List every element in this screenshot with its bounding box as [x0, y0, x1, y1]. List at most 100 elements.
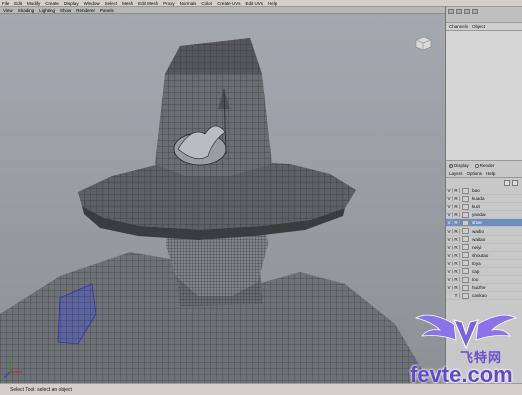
layer-name[interactable]: neiyi [471, 245, 481, 250]
layer-row[interactable]: V Rtou [446, 276, 522, 285]
layer-visibility-toggle[interactable]: V [446, 244, 453, 250]
menu-help[interactable]: Help [268, 1, 277, 6]
display-mode-radio[interactable]: Display [449, 163, 469, 168]
layer-display-type-toggle[interactable]: R [453, 268, 460, 274]
menu-edit-uvs[interactable]: Edit UVs [245, 1, 263, 6]
toggle-icon[interactable] [464, 9, 470, 14]
layer-visibility-toggle[interactable]: V [446, 228, 453, 234]
menu-create-uvs[interactable]: Create UVs [217, 1, 240, 6]
panel-menu-show[interactable]: Show [60, 8, 71, 13]
layer-display-type-toggle[interactable]: R [453, 236, 460, 242]
layer-name[interactable]: shoutao [471, 253, 488, 258]
layer-visibility-toggle[interactable]: V [446, 252, 453, 258]
layer-display-type-toggle[interactable]: R [453, 244, 460, 250]
layer-name[interactable]: bao [471, 188, 480, 193]
layer-row[interactable]: V Rkuada [446, 195, 522, 204]
layer-color-swatch[interactable] [462, 292, 469, 299]
character-model-render[interactable] [0, 14, 446, 383]
layer-row[interactable]: V Rtoya [446, 260, 522, 268]
options-menu[interactable]: Options [467, 171, 483, 176]
perspective-viewport[interactable]: View Shading Lighting Show Renderer Panels [0, 7, 446, 383]
layer-display-type-toggle[interactable]: R [453, 220, 460, 226]
layer-row[interactable]: Tcankao [446, 292, 522, 301]
panel-menu-view[interactable]: View [3, 8, 13, 13]
layer-row[interactable]: V Ryaodai [446, 211, 522, 220]
layer-color-swatch[interactable] [462, 236, 469, 243]
layer-row[interactable]: V Rkuzi [446, 203, 522, 212]
menu-create[interactable]: Create [45, 1, 59, 6]
layer-visibility-toggle[interactable]: V [446, 220, 453, 226]
layer-name[interactable]: waitao [471, 237, 485, 242]
layer-display-type-toggle[interactable]: R [453, 285, 460, 291]
layer-display-type-toggle[interactable]: R [453, 260, 460, 266]
layer-name[interactable]: kuzi [471, 204, 480, 209]
layer-visibility-toggle[interactable]: V [446, 188, 453, 194]
layer-visibility-toggle[interactable]: V [446, 196, 453, 202]
layer-visibility-toggle[interactable]: V [446, 268, 453, 274]
layer-row[interactable]: V Rshoutao [446, 252, 522, 260]
layer-display-type-toggle[interactable]: R [453, 228, 460, 234]
layer-name[interactable]: cankao [471, 293, 487, 298]
layer-color-swatch[interactable] [462, 228, 469, 235]
layer-color-swatch[interactable] [462, 284, 469, 291]
layer-color-swatch[interactable] [462, 219, 469, 226]
menu-proxy[interactable]: Proxy [163, 1, 175, 6]
layer-display-type-toggle[interactable]: R [453, 196, 460, 202]
layer-color-swatch[interactable] [462, 195, 469, 202]
layer-color-swatch[interactable] [462, 211, 469, 218]
layer-row[interactable]: V Rwaibo [446, 227, 522, 236]
layer-display-type-toggle[interactable]: R [453, 212, 460, 218]
layer-name[interactable]: waibo [471, 229, 484, 234]
toggle-icon[interactable] [448, 9, 454, 14]
menu-color[interactable]: Color [201, 1, 212, 6]
layer-name[interactable]: toya [471, 261, 481, 266]
menu-select[interactable]: Select [105, 1, 118, 6]
layer-color-swatch[interactable] [462, 252, 469, 259]
layer-row[interactable]: V Rneiyi [446, 244, 522, 252]
tab-channels[interactable]: Channels [449, 24, 468, 29]
render-mode-radio[interactable]: Render [474, 163, 495, 168]
layer-name[interactable]: kuada [471, 196, 485, 201]
panel-menu-lighting[interactable]: Lighting [39, 8, 55, 13]
layer-name[interactable]: yaodai [471, 212, 486, 217]
new-layer-selected-icon[interactable] [512, 179, 518, 186]
layer-row[interactable]: V Rhuizhe [446, 284, 522, 293]
toggle-icon[interactable] [456, 9, 462, 14]
menu-mesh[interactable]: Mesh [122, 1, 133, 6]
layer-visibility-toggle[interactable]: V [446, 236, 453, 242]
layer-color-swatch[interactable] [462, 244, 469, 251]
layer-display-type-toggle[interactable]: R [453, 188, 460, 194]
view-cube-icon[interactable] [413, 35, 433, 51]
layer-visibility-toggle[interactable]: V [446, 277, 453, 283]
layer-name[interactable]: cap [471, 269, 479, 274]
menu-normals[interactable]: Normals [180, 1, 197, 6]
layers-menu[interactable]: Layers [449, 171, 463, 176]
layer-visibility-toggle[interactable]: V [446, 204, 453, 210]
layer-visibility-toggle[interactable]: V [446, 260, 453, 266]
menu-display[interactable]: Display [64, 1, 79, 6]
help-menu[interactable]: Help [486, 171, 495, 176]
toggle-icon[interactable] [472, 9, 478, 14]
layer-color-swatch[interactable] [462, 276, 469, 283]
layer-visibility-toggle[interactable]: V [446, 212, 453, 218]
tab-object[interactable]: Object [472, 24, 485, 29]
panel-menu-shading[interactable]: Shading [18, 8, 35, 13]
layer-row[interactable]: V Rcap [446, 268, 522, 277]
layer-display-type-toggle[interactable]: R [453, 252, 460, 258]
layer-row[interactable]: V Rshoe [446, 219, 522, 228]
layer-row[interactable]: V Rbao [446, 187, 522, 196]
layer-visibility-toggle[interactable]: V [446, 285, 453, 291]
new-layer-icon[interactable] [504, 179, 510, 186]
menu-edit[interactable]: Edit [14, 1, 22, 6]
layer-row[interactable]: V Rwaitao [446, 236, 522, 244]
layer-color-swatch[interactable] [462, 187, 469, 194]
menu-edit-mesh[interactable]: Edit Mesh [138, 1, 158, 6]
layer-display-type-toggle[interactable]: R [453, 204, 460, 210]
layer-name[interactable]: shoe [471, 220, 482, 225]
layer-name[interactable]: tou [471, 277, 478, 282]
panel-menu-renderer[interactable]: Renderer [76, 8, 95, 13]
panel-menu-panels[interactable]: Panels [100, 8, 114, 13]
layer-display-type-toggle[interactable]: T [453, 293, 460, 299]
menu-modify[interactable]: Modify [27, 1, 40, 6]
menu-window[interactable]: Window [84, 1, 100, 6]
